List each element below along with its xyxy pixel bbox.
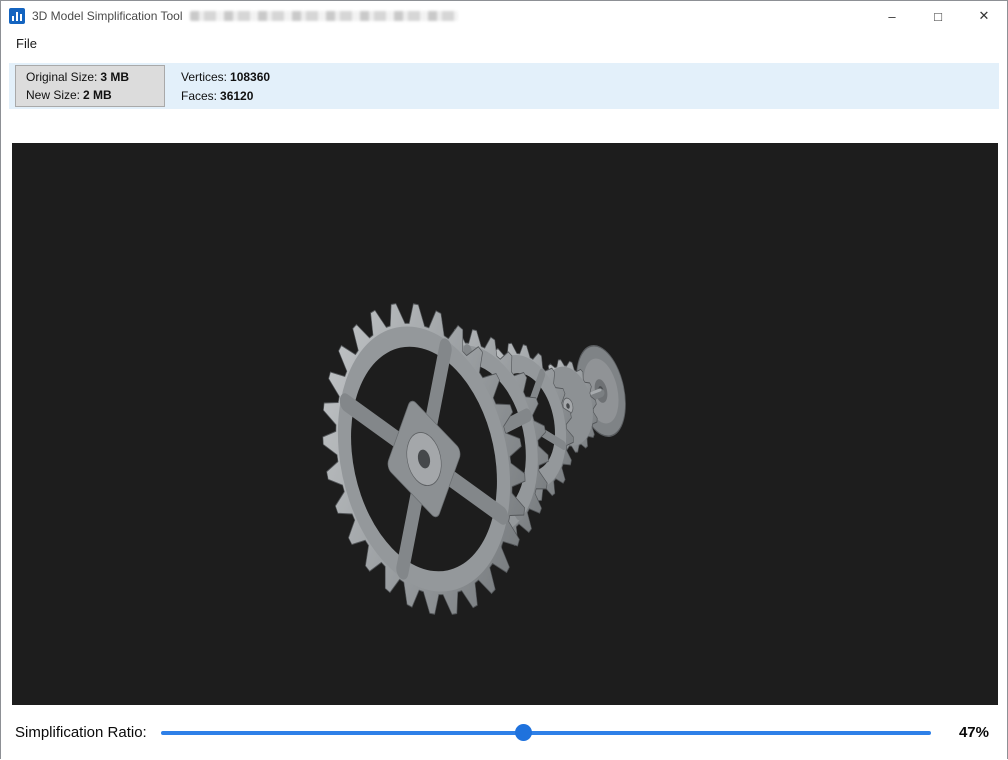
new-size-label: New Size: xyxy=(26,88,80,102)
app-window: { "window": { "title": "3D Model Simplif… xyxy=(0,0,1008,759)
faces-label: Faces: xyxy=(181,89,217,103)
size-summary-box: Original Size:3 MB New Size:2 MB xyxy=(15,65,165,107)
simplification-control-bar: Simplification Ratio: 47% xyxy=(1,705,1007,760)
original-size-row: Original Size:3 MB xyxy=(26,70,154,84)
window-title: 3D Model Simplification Tool xyxy=(32,9,183,23)
new-size-row: New Size:2 MB xyxy=(26,88,154,102)
minimize-button[interactable]: – xyxy=(869,1,915,31)
vertices-row: Vertices:108360 xyxy=(181,70,270,84)
app-icon xyxy=(9,8,25,24)
vertices-value: 108360 xyxy=(230,70,270,84)
simplification-ratio-slider[interactable] xyxy=(161,724,931,742)
new-size-value: 2 MB xyxy=(83,88,112,102)
original-size-value: 3 MB xyxy=(100,70,129,84)
title-bar: 3D Model Simplification Tool – □ ✕ xyxy=(1,1,1007,31)
simplification-ratio-label: Simplification Ratio: xyxy=(15,724,147,741)
info-panel: Original Size:3 MB New Size:2 MB Vertice… xyxy=(9,63,999,109)
mesh-stats: Vertices:108360 Faces:36120 xyxy=(181,70,270,103)
gear-model xyxy=(12,143,998,705)
menu-bar: File xyxy=(1,31,1007,55)
menu-item-file[interactable]: File xyxy=(10,34,43,53)
model-viewport[interactable] xyxy=(12,143,998,705)
original-size-label: Original Size: xyxy=(26,70,97,84)
faces-row: Faces:36120 xyxy=(181,89,270,103)
faces-value: 36120 xyxy=(220,89,253,103)
vertices-label: Vertices: xyxy=(181,70,227,84)
close-button[interactable]: ✕ xyxy=(961,1,1007,31)
window-controls: – □ ✕ xyxy=(869,1,1007,31)
window-title-redacted-path xyxy=(190,11,458,21)
maximize-button[interactable]: □ xyxy=(915,1,961,31)
simplification-ratio-value: 47% xyxy=(947,724,989,741)
